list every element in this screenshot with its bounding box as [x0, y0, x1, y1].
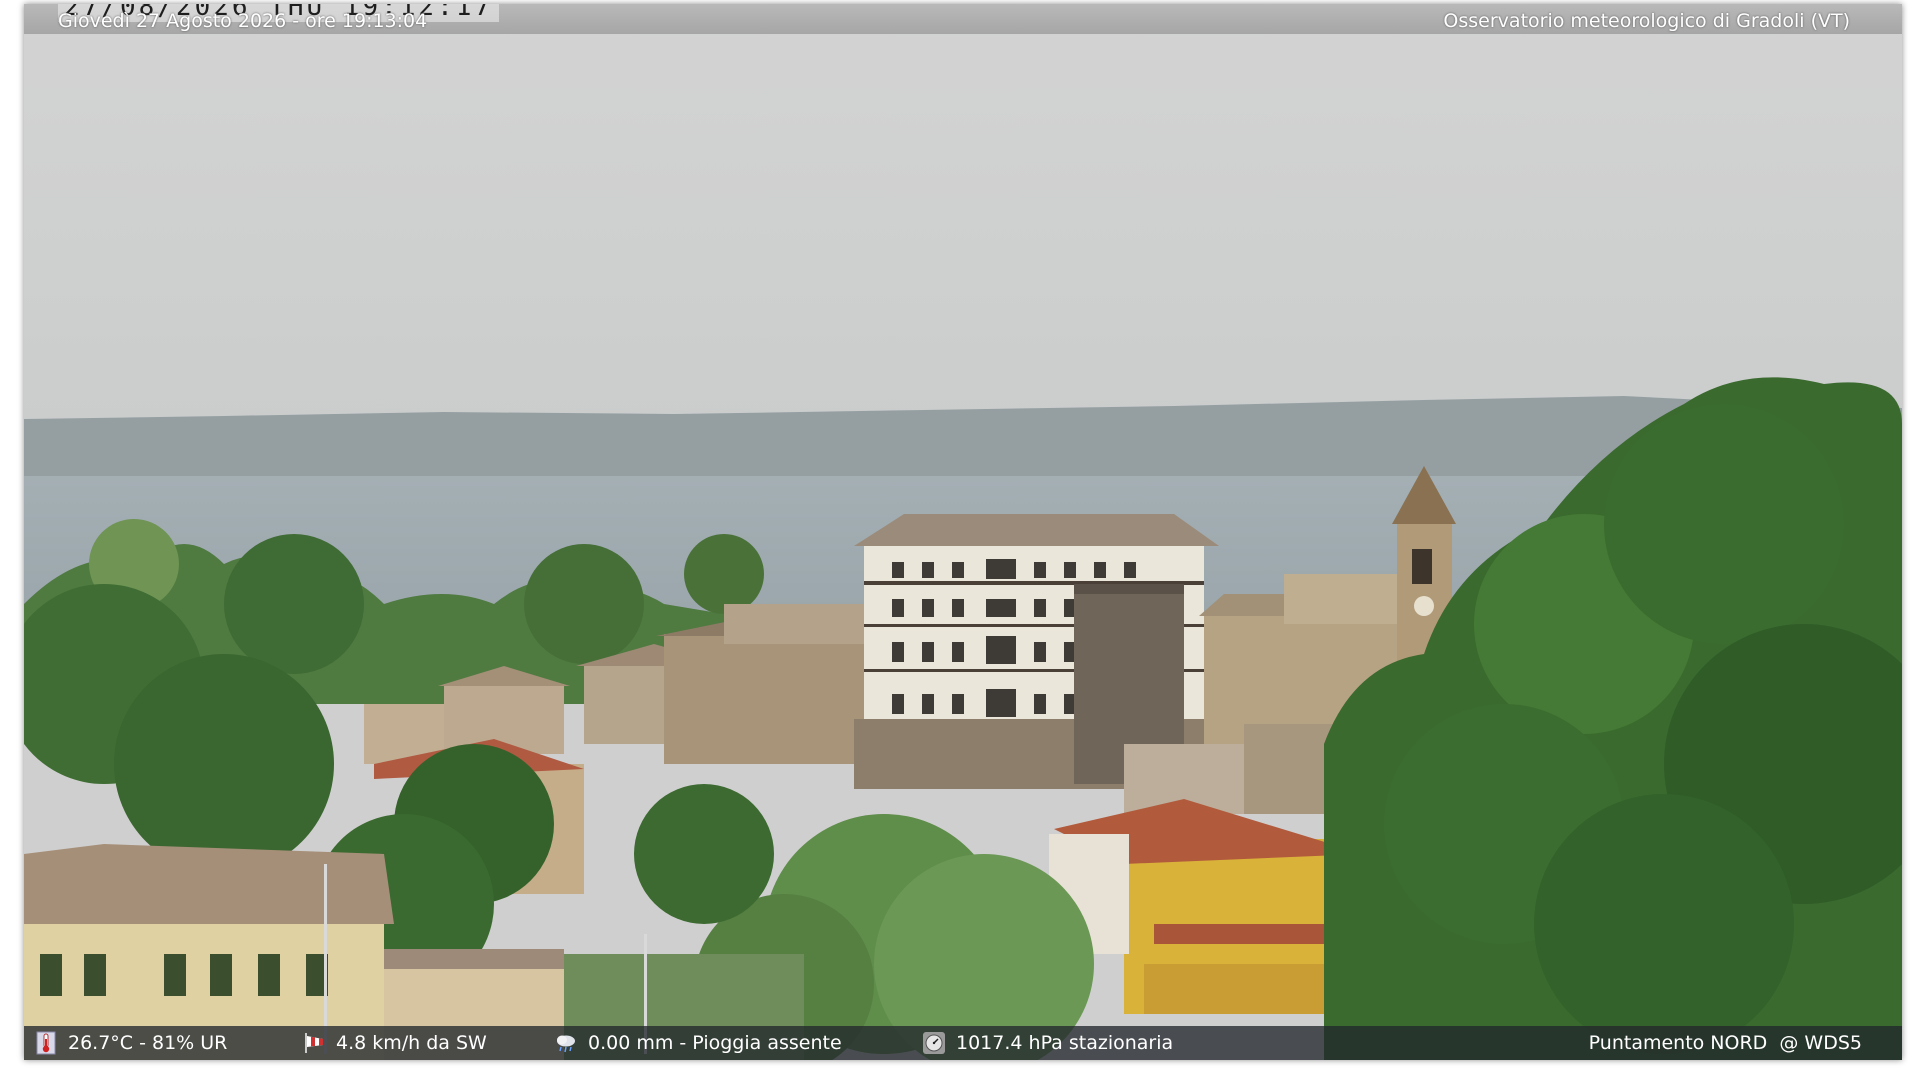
webcam-frame: 27/08/2026 THU 19:12:17 Giovedì 27 Agost… — [24, 4, 1902, 1060]
weather-info-bar: 26.7°C - 81% UR 4.8 km/h da SW 0.00 mm -… — [24, 1026, 1902, 1060]
wind-readout: 4.8 km/h da SW — [302, 1026, 487, 1060]
windsock-icon — [305, 1033, 323, 1053]
pressure-text: 1017.4 hPa stazionaria — [956, 1032, 1174, 1054]
house — [724, 604, 864, 644]
pressure-readout: 1017.4 hPa stazionaria — [922, 1026, 1173, 1060]
webcam-image — [24, 4, 1902, 1060]
temperature-readout: 26.7°C - 81% UR — [34, 1026, 227, 1060]
wind-text: 4.8 km/h da SW — [336, 1032, 487, 1054]
rain-text: 0.00 mm - Pioggia assente — [588, 1032, 842, 1054]
temperature-text: 26.7°C - 81% UR — [68, 1032, 228, 1054]
rain-cloud-icon — [557, 1035, 575, 1053]
sky — [24, 4, 1902, 424]
house — [664, 634, 864, 764]
observatory-title: Osservatorio meteorologico di Gradoli (V… — [1443, 10, 1850, 32]
barometer-icon — [923, 1032, 945, 1054]
thermometer-icon — [36, 1031, 56, 1055]
rain-readout: 0.00 mm - Pioggia assente — [554, 1026, 842, 1060]
date-time-label: Giovedì 27 Agosto 2026 - ore 19:13:04 — [58, 10, 428, 32]
top-info-bar: 27/08/2026 THU 19:12:17 Giovedì 27 Agost… — [24, 4, 1902, 34]
camera-pointing-label: Puntamento NORD @ WDS5 — [1588, 1032, 1862, 1054]
